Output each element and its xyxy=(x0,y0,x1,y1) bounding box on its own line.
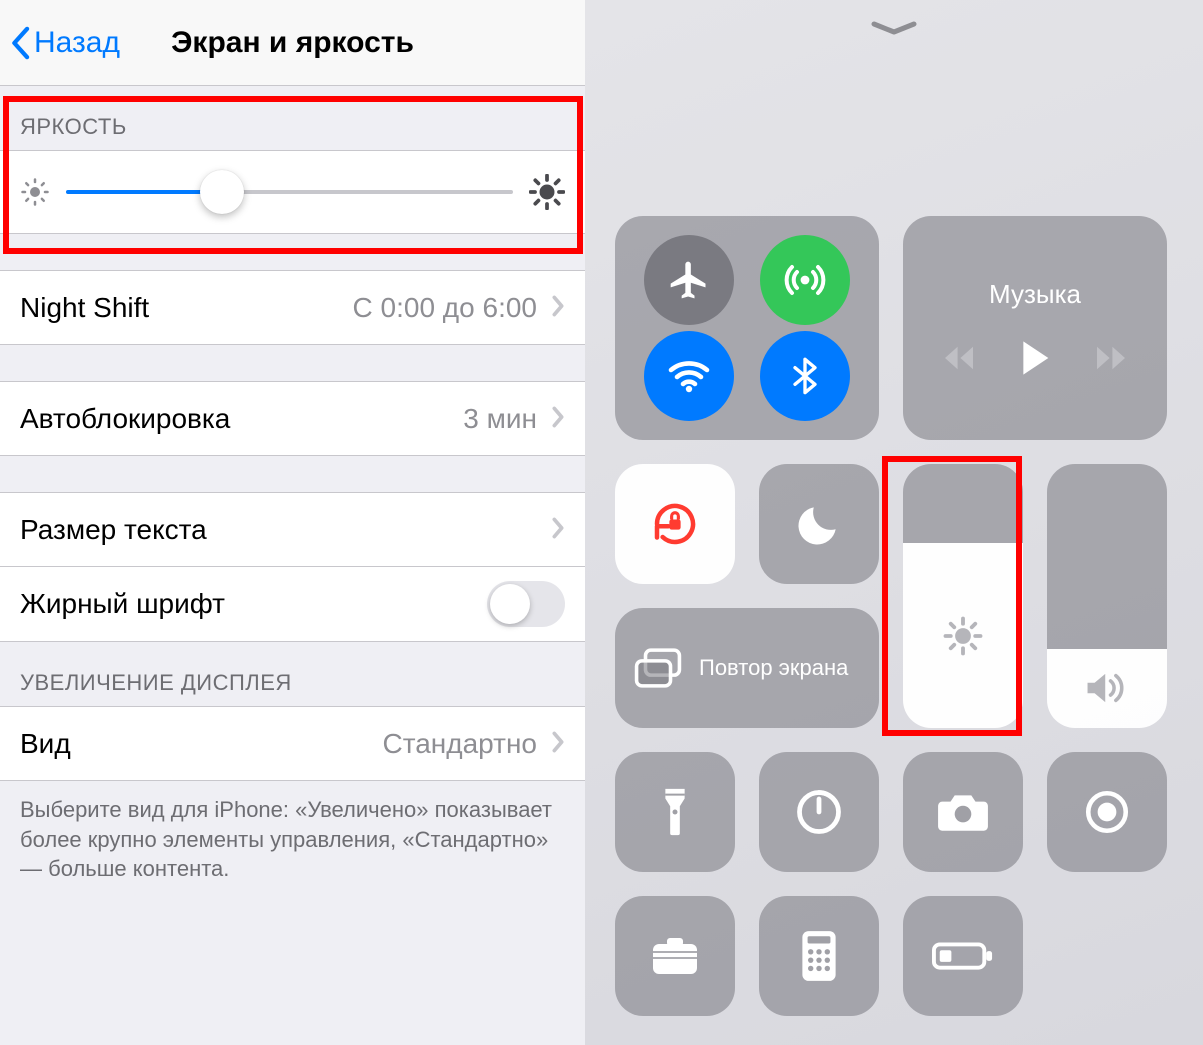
bold-text-row: Жирный шрифт xyxy=(0,567,585,642)
camera-icon xyxy=(936,790,990,834)
view-row[interactable]: Вид Стандартно xyxy=(0,706,585,781)
text-size-row[interactable]: Размер текста xyxy=(0,492,585,567)
view-label: Вид xyxy=(20,728,383,760)
brightness-slider-row xyxy=(0,150,585,234)
settings-panel: Назад Экран и яркость ЯРКОСТЬ Night Shif… xyxy=(0,0,585,1045)
low-power-button[interactable] xyxy=(903,896,1023,1016)
auto-lock-value: 3 мин xyxy=(463,403,537,435)
music-label: Музыка xyxy=(989,279,1081,310)
timer-icon xyxy=(793,786,845,838)
wifi-button[interactable] xyxy=(644,331,734,421)
antenna-icon xyxy=(781,256,829,304)
chevron-left-icon xyxy=(10,26,30,60)
flashlight-button[interactable] xyxy=(615,752,735,872)
camera-button[interactable] xyxy=(903,752,1023,872)
flashlight-icon xyxy=(659,785,691,839)
lock-rotation-icon xyxy=(648,497,702,551)
play-icon[interactable] xyxy=(1017,338,1053,378)
do-not-disturb-button[interactable] xyxy=(759,464,879,584)
cellular-button[interactable] xyxy=(760,235,850,325)
chevron-down-icon[interactable] xyxy=(869,20,919,36)
previous-track-icon[interactable] xyxy=(941,344,977,372)
chevron-right-icon xyxy=(551,728,565,760)
view-value: Стандартно xyxy=(383,728,538,760)
record-icon xyxy=(1082,787,1132,837)
brightness-icon xyxy=(942,615,984,657)
night-shift-row[interactable]: Night Shift С 0:00 до 6:00 xyxy=(0,270,585,345)
battery-icon xyxy=(932,939,994,973)
screen-mirroring-button[interactable]: Повтор экрана xyxy=(615,608,879,728)
volume-vertical-slider[interactable] xyxy=(1047,464,1167,728)
brightness-low-icon xyxy=(20,177,50,207)
text-size-label: Размер текста xyxy=(20,514,537,546)
mirroring-label: Повтор экрана xyxy=(699,655,848,681)
orientation-lock-button[interactable] xyxy=(615,464,735,584)
wallet-icon xyxy=(649,933,701,979)
bold-text-label: Жирный шрифт xyxy=(20,588,487,620)
auto-lock-label: Автоблокировка xyxy=(20,403,463,435)
navbar: Назад Экран и яркость xyxy=(0,0,585,86)
calculator-button[interactable] xyxy=(759,896,879,1016)
display-zoom-footer: Выберите вид для iPhone: «Увеличено» пок… xyxy=(0,781,585,898)
night-shift-value: С 0:00 до 6:00 xyxy=(353,292,537,324)
slider-fill xyxy=(903,543,1023,728)
display-zoom-header: УВЕЛИЧЕНИЕ ДИСПЛЕЯ xyxy=(0,642,585,706)
wallet-button[interactable] xyxy=(615,896,735,1016)
brightness-high-icon xyxy=(529,174,565,210)
bluetooth-icon xyxy=(785,352,825,400)
brightness-header: ЯРКОСТЬ xyxy=(0,86,585,150)
connectivity-tile[interactable] xyxy=(615,216,879,440)
slider-fill xyxy=(1047,649,1167,728)
back-button[interactable]: Назад xyxy=(0,26,120,60)
chevron-right-icon xyxy=(551,514,565,546)
volume-icon xyxy=(1084,668,1130,708)
control-center-panel: Музыка xyxy=(585,0,1203,1045)
brightness-slider[interactable] xyxy=(66,190,513,194)
back-label: Назад xyxy=(34,26,120,60)
toggle-knob xyxy=(490,584,530,624)
auto-lock-row[interactable]: Автоблокировка 3 мин xyxy=(0,381,585,456)
night-shift-label: Night Shift xyxy=(20,292,353,324)
wifi-icon xyxy=(665,352,713,400)
calculator-icon xyxy=(799,929,839,983)
bold-text-toggle[interactable] xyxy=(487,581,565,627)
chevron-right-icon xyxy=(551,403,565,435)
bluetooth-button[interactable] xyxy=(760,331,850,421)
mirroring-icon xyxy=(633,646,683,690)
brightness-vertical-slider[interactable] xyxy=(903,464,1023,728)
next-track-icon[interactable] xyxy=(1093,344,1129,372)
airplane-mode-button[interactable] xyxy=(644,235,734,325)
screen-record-button[interactable] xyxy=(1047,752,1167,872)
moon-icon xyxy=(794,499,844,549)
slider-empty xyxy=(903,464,1023,543)
chevron-right-icon xyxy=(551,292,565,324)
music-tile[interactable]: Музыка xyxy=(903,216,1167,440)
music-controls xyxy=(941,338,1129,378)
timer-button[interactable] xyxy=(759,752,879,872)
slider-empty xyxy=(1047,464,1167,649)
airplane-icon xyxy=(667,258,711,302)
slider-knob[interactable] xyxy=(200,170,244,214)
